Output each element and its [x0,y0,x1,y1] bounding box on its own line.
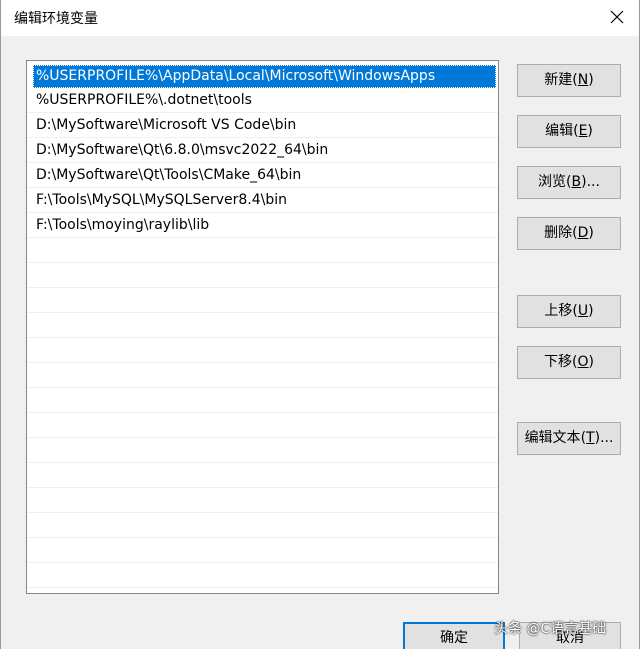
list-empty-row[interactable] [27,263,498,288]
close-icon [610,10,624,24]
list-empty-row[interactable] [27,313,498,338]
new-button[interactable]: 新建(N) [517,64,621,97]
ok-button[interactable]: 确定 [403,622,505,649]
list-item[interactable]: %USERPROFILE%\AppData\Local\Microsoft\Wi… [33,65,496,88]
list-empty-row[interactable] [27,513,498,538]
list-empty-row[interactable] [27,438,498,463]
move-down-button[interactable]: 下移(O) [517,346,621,379]
window-title: 编辑环境变量 [14,11,98,27]
list-item[interactable]: D:\MySoftware\Microsoft VS Code\bin [27,113,498,138]
watermark: 头条 @C语言基础 [494,621,607,637]
list-item[interactable]: %USERPROFILE%\.dotnet\tools [27,88,498,113]
edit-env-var-dialog: 编辑环境变量 %USERPROFILE%\AppData\Local\Micro… [0,0,640,649]
list-empty-row[interactable] [27,463,498,488]
list-item[interactable]: F:\Tools\moying\raylib\lib [27,213,498,238]
list-empty-row[interactable] [27,338,498,363]
list-empty-row[interactable] [27,238,498,263]
list-empty-row[interactable] [27,563,498,588]
path-list[interactable]: %USERPROFILE%\AppData\Local\Microsoft\Wi… [26,60,499,594]
list-item[interactable]: D:\MySoftware\Qt\6.8.0\msvc2022_64\bin [27,138,498,163]
move-up-button[interactable]: 上移(U) [517,295,621,328]
title-bar: 编辑环境变量 [1,0,639,36]
edit-text-button[interactable]: 编辑文本(T)... [517,422,621,455]
list-empty-row[interactable] [27,363,498,388]
list-empty-row[interactable] [27,288,498,313]
list-empty-row[interactable] [27,488,498,513]
list-empty-row[interactable] [27,388,498,413]
list-empty-row[interactable] [27,538,498,563]
delete-button[interactable]: 删除(D) [517,217,621,250]
browse-button[interactable]: 浏览(B)... [517,166,621,199]
list-item[interactable]: F:\Tools\MySQL\MySQLServer8.4\bin [27,188,498,213]
edit-button[interactable]: 编辑(E) [517,115,621,148]
list-item[interactable]: D:\MySoftware\Qt\Tools\CMake_64\bin [27,163,498,188]
close-button[interactable] [597,0,637,34]
list-empty-row[interactable] [27,413,498,438]
